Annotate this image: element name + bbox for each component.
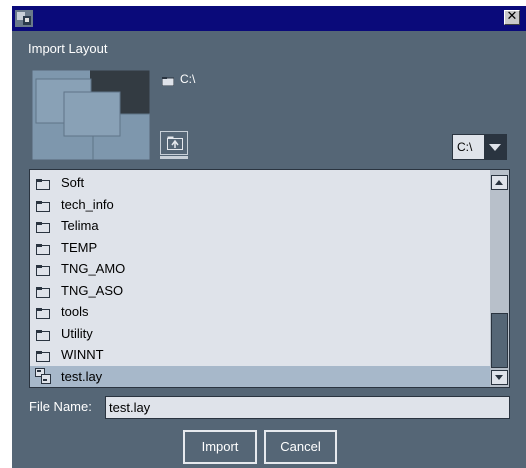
close-button[interactable]: ✕: [504, 9, 520, 25]
list-item[interactable]: TNG_ASO: [30, 280, 490, 301]
list-item[interactable]: tools: [30, 301, 490, 322]
folder-icon: [36, 242, 50, 255]
list-item[interactable]: TEMP: [30, 237, 490, 258]
up-folder-button[interactable]: [160, 131, 188, 155]
list-item[interactable]: test.lay: [30, 365, 490, 387]
list-item[interactable]: Soft: [30, 172, 490, 193]
title-bar[interactable]: ✕: [12, 6, 526, 31]
folder-icon: [36, 328, 50, 341]
scrollbar-thumb[interactable]: [491, 313, 508, 368]
layout-file-icon: [35, 367, 51, 385]
list-item-label: WINNT: [61, 347, 104, 362]
up-folder-icon: [167, 136, 183, 150]
folder-icon: [36, 285, 50, 298]
scroll-down-button[interactable]: [491, 370, 508, 385]
close-icon: ✕: [506, 9, 518, 24]
chevron-down-icon[interactable]: [484, 135, 506, 159]
import-button[interactable]: Import: [183, 430, 257, 464]
folder-icon: [36, 199, 50, 212]
list-item[interactable]: tech_info: [30, 194, 490, 215]
list-item-label: TNG_AMO: [61, 261, 126, 276]
scroll-up-button[interactable]: [491, 175, 508, 190]
folder-icon: [36, 263, 50, 276]
vertical-scrollbar[interactable]: [490, 170, 509, 387]
list-item-label: test.lay: [61, 368, 103, 384]
file-list[interactable]: Soft tech_info Telima TEMP TNG_AMO TNG_ASOtoo…: [29, 169, 510, 388]
list-item-label: Soft: [61, 175, 85, 190]
list-item[interactable]: Telima: [30, 215, 490, 236]
application-icon: [15, 10, 33, 27]
layout-preview-thumbnail: [32, 70, 150, 160]
file-name-label: File Name:: [29, 399, 92, 414]
folder-icon: [36, 177, 50, 190]
file-name-input[interactable]: [105, 396, 510, 419]
cancel-button[interactable]: Cancel: [264, 430, 337, 464]
list-item[interactable]: WINNT: [30, 344, 490, 365]
folder-icon: [36, 220, 50, 233]
dialog-title: Import Layout: [28, 41, 108, 56]
list-item-label: tech_info: [61, 196, 114, 212]
folder-icon: [36, 306, 50, 319]
list-item-label: tools: [61, 304, 89, 319]
folder-icon: [36, 349, 50, 362]
import-layout-dialog: ✕ Import Layout C:\ C:\ Soft tech_info Tel…: [12, 6, 526, 468]
list-item-label: Telima: [61, 218, 99, 233]
drive-select[interactable]: C:\: [452, 134, 507, 160]
list-item-label: TNG_ASO: [61, 282, 124, 298]
list-item-label: TEMP: [61, 239, 98, 255]
current-path: C:\: [180, 72, 196, 86]
list-item[interactable]: TNG_AMO: [30, 258, 490, 279]
folder-icon: [162, 77, 174, 86]
up-folder-button-indicator: [160, 156, 188, 159]
list-item-label: Utility: [61, 325, 93, 341]
drive-select-value: C:\: [457, 140, 473, 154]
list-item[interactable]: Utility: [30, 323, 490, 344]
